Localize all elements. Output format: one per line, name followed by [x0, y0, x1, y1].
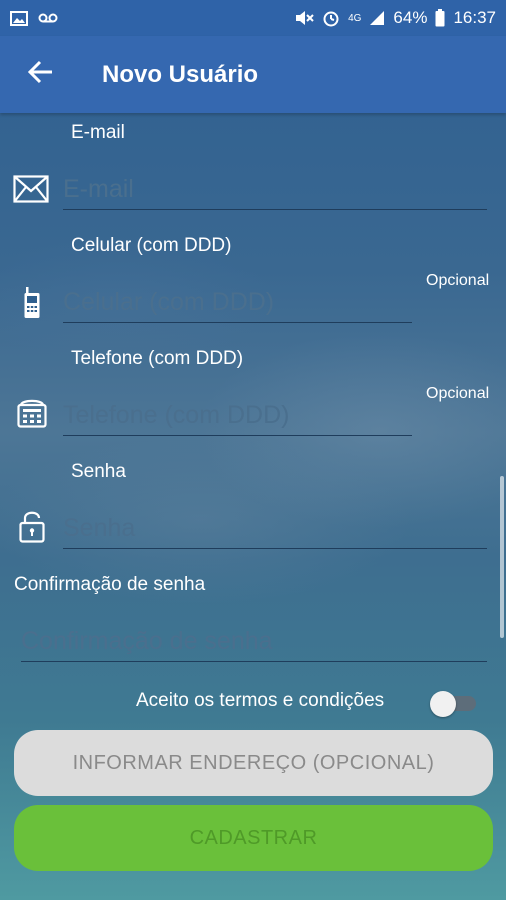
network-type: 4G [348, 12, 362, 24]
status-bar: 4G 64% 16:37 [0, 0, 506, 36]
envelope-icon [12, 171, 50, 207]
battery-percent: 64% [393, 8, 428, 27]
cellphone-field[interactable]: Celular (com DDD) [63, 279, 412, 323]
terms-label: Aceito os termos e condições [136, 690, 385, 711]
clock: 16:37 [453, 8, 496, 27]
password-confirm-field[interactable]: Confirmação de senha [21, 618, 487, 662]
arrow-left-icon [27, 60, 53, 89]
app-bar: Novo Usuário [0, 36, 506, 113]
email-label: E-mail [71, 122, 125, 143]
gallery-notification-icon [10, 10, 28, 26]
password-field[interactable]: Senha [63, 505, 487, 549]
telephone-field[interactable]: Telefone (com DDD) [63, 392, 412, 436]
password-confirm-label: Confirmação de senha [14, 574, 206, 595]
terms-toggle[interactable] [430, 689, 478, 717]
cellphone-label: Celular (com DDD) [71, 235, 232, 256]
page-title: Novo Usuário [102, 60, 259, 88]
telephone-optional-label: Opcional [426, 385, 490, 402]
signal-icon [369, 10, 385, 26]
padlock-icon [18, 508, 46, 544]
mobile-phone-icon [22, 286, 42, 320]
cellphone-optional-label: Opcional [426, 272, 490, 289]
password-label: Senha [71, 461, 126, 482]
scrollbar[interactable] [500, 476, 504, 638]
back-button[interactable] [10, 45, 70, 105]
address-button[interactable]: INFORMAR ENDEREÇO (OPCIONAL) [14, 730, 493, 796]
telephone-label: Telefone (com DDD) [71, 348, 244, 369]
battery-icon [435, 9, 445, 27]
voicemail-icon [38, 13, 58, 23]
registration-form: E-mail E-mail Celular (com DDD) Opcional… [0, 113, 506, 900]
toggle-thumb [430, 691, 456, 717]
desk-phone-icon [16, 397, 48, 429]
email-field[interactable]: E-mail [63, 166, 487, 210]
register-button[interactable]: CADASTRAR [14, 805, 493, 871]
mute-icon [294, 9, 314, 27]
alarm-icon [322, 9, 340, 27]
